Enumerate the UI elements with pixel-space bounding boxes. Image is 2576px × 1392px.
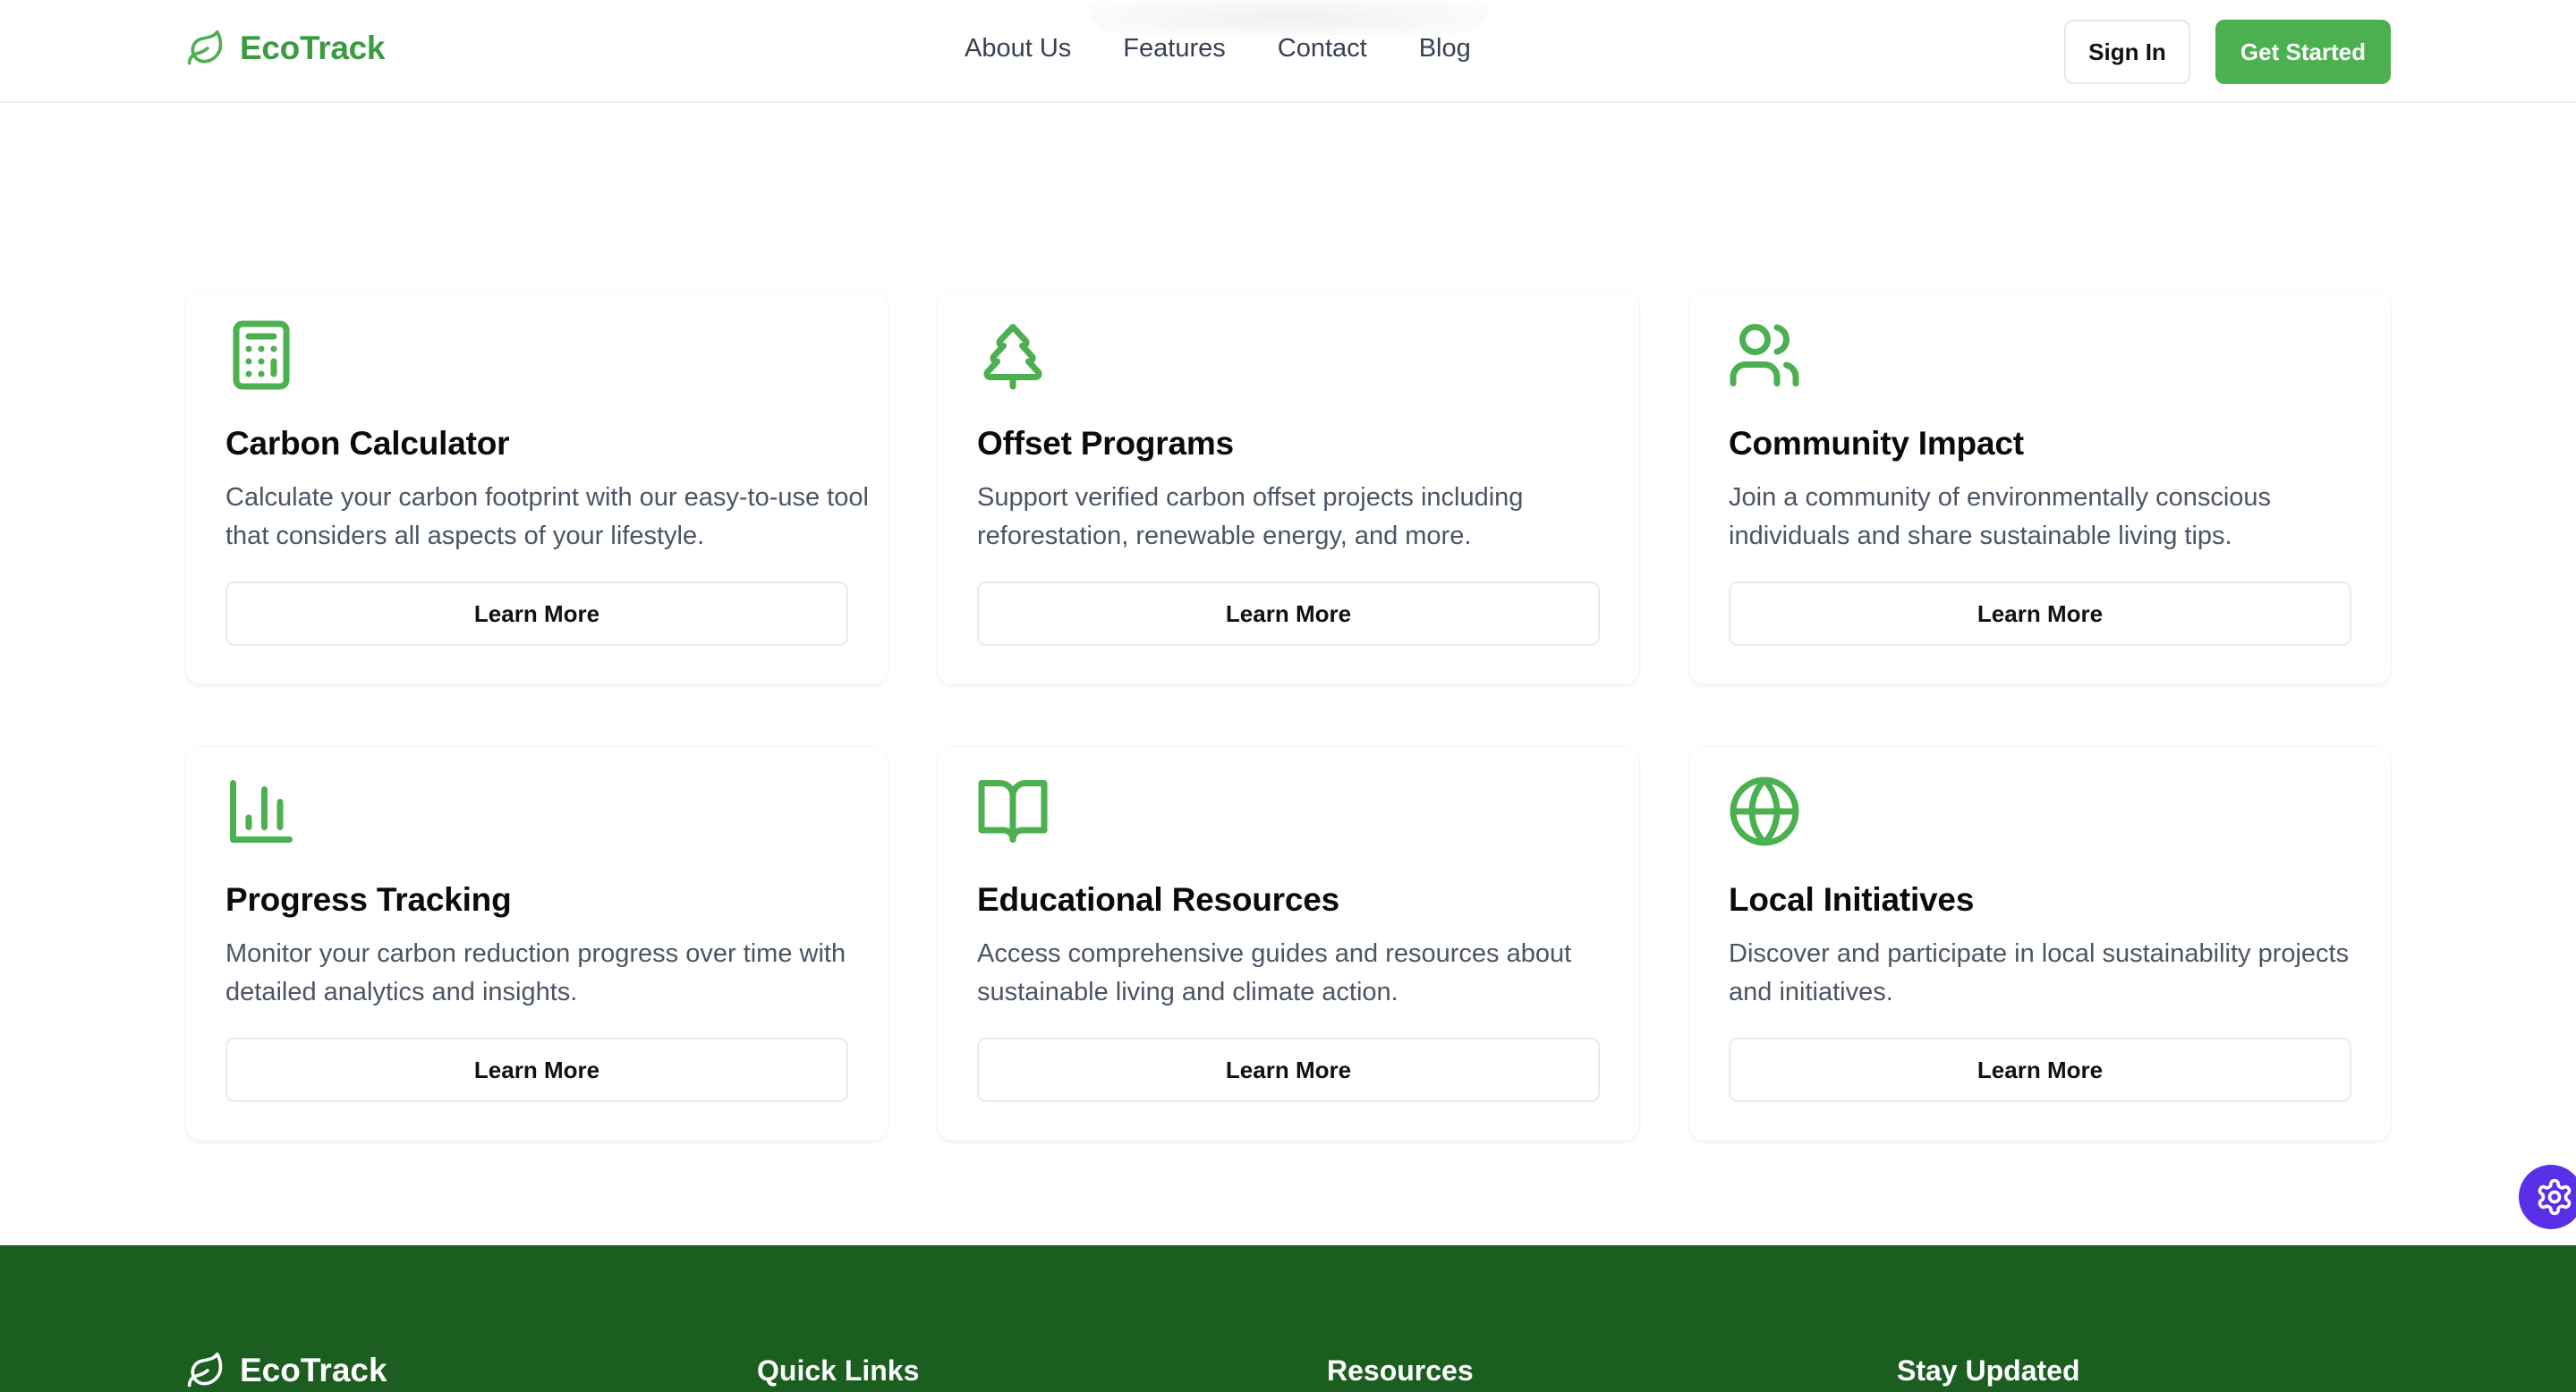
footer-logo[interactable]: EcoTrack [186,1351,387,1390]
header-shadow-decoration [1087,0,1490,36]
card-description: Discover and participate in local sustai… [1729,939,2350,1006]
settings-fab-button[interactable] [2519,1165,2576,1229]
nav-link-blog[interactable]: Blog [1419,34,1471,64]
nav-link-about-us[interactable]: About Us [965,34,1071,64]
card-title: Progress Tracking [225,881,512,918]
card-description: Support verified carbon offset projects … [977,483,1524,550]
learn-more-button[interactable]: Learn More [225,581,848,646]
calculator-icon [224,318,299,393]
footer: EcoTrack Quick Links Resources Stay Upda… [0,1245,2576,1392]
feature-card-community-impact: Community Impact Join a community of env… [1689,291,2391,684]
feature-card-offset-programs: Offset Programs Support verified carbon … [938,291,1639,684]
card-title: Community Impact [1729,425,2024,462]
feature-card-educational-resources: Educational Resources Access comprehensi… [938,747,1639,1141]
footer-logo-text: EcoTrack [240,1352,387,1388]
users-icon [1727,318,1802,393]
footer-heading-quick-links: Quick Links [757,1354,920,1387]
get-started-button[interactable]: Get Started [2215,20,2391,84]
sign-in-button[interactable]: Sign In [2064,20,2190,84]
card-description: Monitor your carbon reduction progress o… [225,939,846,1006]
top-navbar: EcoTrack About Us Features Contact Blog … [0,0,2576,103]
gear-icon [2538,1178,2572,1216]
learn-more-button[interactable]: Learn More [225,1038,848,1102]
feature-card-progress-tracking: Progress Tracking Monitor your carbon re… [186,747,888,1141]
learn-more-button[interactable]: Learn More [1729,1038,2351,1102]
leaf-icon [187,30,223,65]
logo-text: EcoTrack [240,30,386,66]
footer-heading-resources: Resources [1327,1354,1474,1387]
card-title: Offset Programs [977,425,1234,462]
book-open-icon [975,774,1050,849]
feature-card-local-initiatives: Local Initiatives Discover and participa… [1689,747,2391,1141]
card-description: Access comprehensive guides and resource… [977,939,1572,1006]
bar-chart-icon [224,774,299,849]
nav-link-contact[interactable]: Contact [1278,34,1367,64]
learn-more-button[interactable]: Learn More [1729,581,2351,646]
main-nav: About Us Features Contact Blog [965,34,1471,64]
learn-more-button[interactable]: Learn More [977,581,1600,646]
card-description: Join a community of environmentally cons… [1729,483,2272,550]
tree-icon [975,318,1050,393]
feature-card-carbon-calculator: Carbon Calculator Calculate your carbon … [186,291,888,684]
leaf-icon [187,1352,223,1388]
footer-heading-stay-updated: Stay Updated [1897,1354,2080,1387]
learn-more-button[interactable]: Learn More [977,1038,1600,1102]
logo[interactable]: EcoTrack [186,29,385,68]
card-title: Educational Resources [977,881,1339,918]
card-title: Carbon Calculator [225,425,510,462]
card-description: Calculate your carbon footprint with our… [225,483,869,550]
card-title: Local Initiatives [1729,881,1975,918]
globe-icon [1727,774,1802,849]
nav-link-features[interactable]: Features [1123,34,1225,64]
